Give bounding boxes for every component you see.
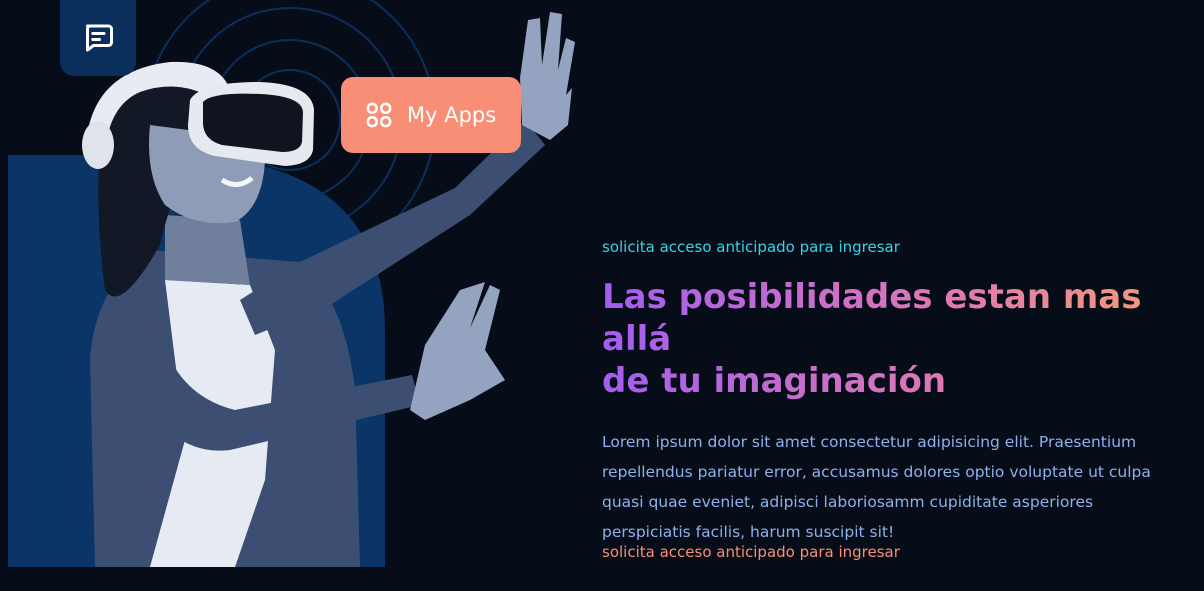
my-apps-label: My Apps xyxy=(407,103,497,127)
page-title: Las posibilidades estan mas allá de tu i… xyxy=(602,276,1172,402)
vr-headset-lens xyxy=(203,93,303,152)
headline-line-1: Las posibilidades estan mas allá xyxy=(602,277,1142,359)
vr-headset-ear-pad xyxy=(82,121,114,169)
chat-button[interactable] xyxy=(60,0,136,76)
grid-apps-icon xyxy=(366,102,392,128)
person-hand-lower xyxy=(410,282,505,420)
eyebrow-text: solicita acceso anticipado para ingresar xyxy=(602,238,900,256)
body-paragraph: Lorem ipsum dolor sit amet consectetur a… xyxy=(602,433,1151,541)
my-apps-button[interactable]: My Apps xyxy=(341,77,521,153)
chat-icon xyxy=(86,24,113,52)
person-hand-raised xyxy=(520,12,575,140)
headline-line-2: de tu imaginación xyxy=(602,361,947,401)
early-access-link[interactable]: solicita acceso anticipado para ingresar xyxy=(602,543,900,561)
person-neck xyxy=(165,215,250,285)
hero-content: solicita acceso anticipado para ingresar… xyxy=(602,238,1172,547)
